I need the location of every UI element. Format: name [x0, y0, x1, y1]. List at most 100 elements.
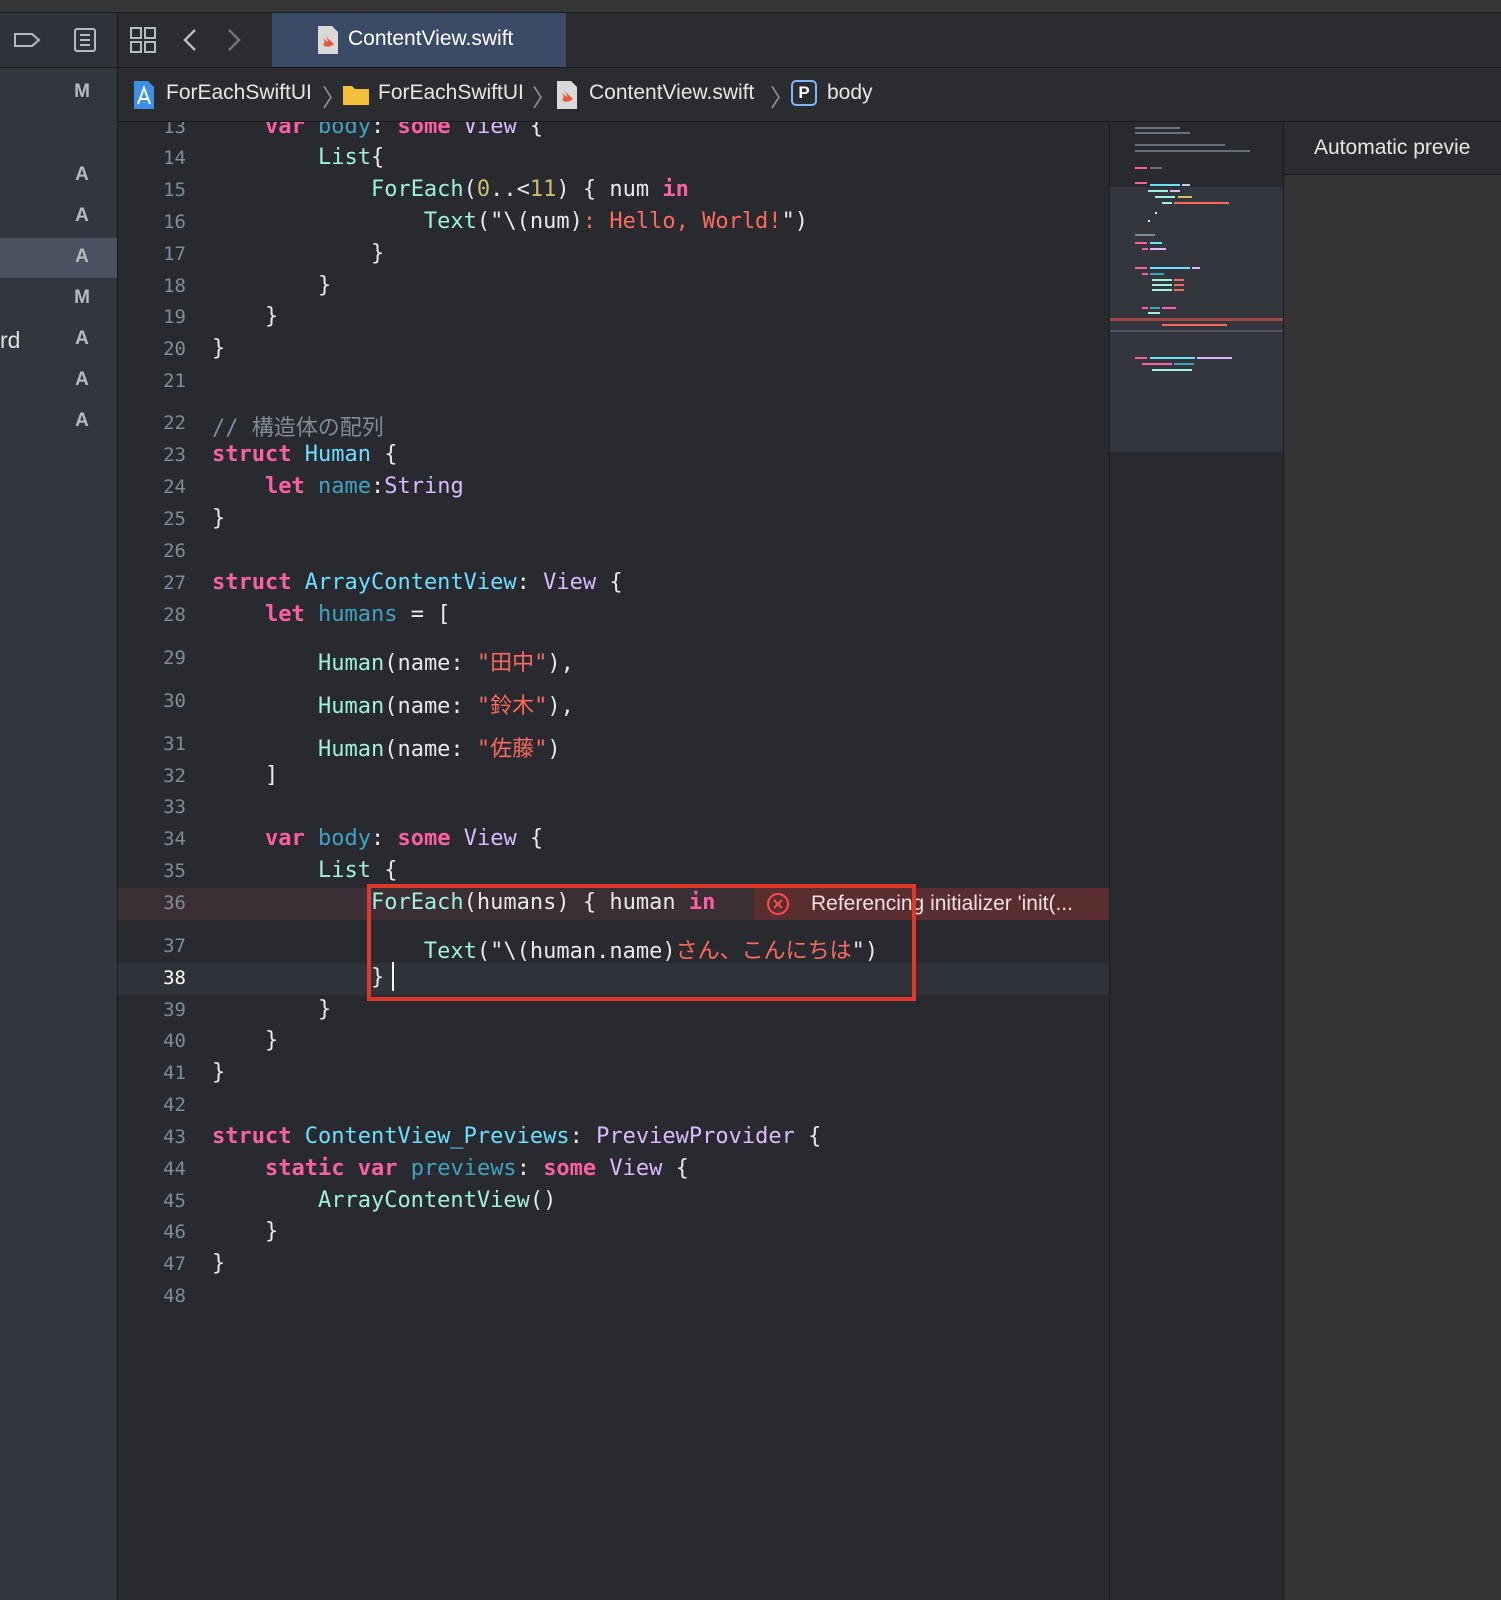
- tab-contentview-swift[interactable]: ContentView.swift: [272, 13, 566, 67]
- code-line[interactable]: 23 struct Human {: [118, 440, 1109, 472]
- code-token: in: [662, 177, 689, 202]
- code-line[interactable]: 33: [118, 792, 1109, 824]
- code-text: List {: [212, 858, 397, 883]
- code-line[interactable]: 24 let name:String: [118, 472, 1109, 504]
- back-chevron-icon[interactable]: [176, 25, 206, 55]
- code-token: Human: [317, 694, 385, 719]
- code-text: struct ArrayContentView: View {: [212, 570, 623, 595]
- line-number: 21: [163, 370, 186, 392]
- code-line[interactable]: 34 var body: some View {: [118, 824, 1109, 856]
- code-token: Human: [317, 651, 385, 676]
- forward-chevron-icon[interactable]: [218, 25, 248, 55]
- property-symbol-icon: P: [791, 80, 817, 106]
- code-line[interactable]: 30 Human(name: "鈴木"),: [118, 686, 1109, 719]
- code-text: var body: some View {: [212, 826, 543, 851]
- line-number: 48: [163, 1285, 186, 1307]
- code-line[interactable]: 17 }: [118, 239, 1109, 271]
- code-text: Human(name: "田中"),: [212, 645, 574, 677]
- code-token: var: [357, 1156, 398, 1181]
- code-line[interactable]: 20}: [118, 334, 1109, 366]
- code-token: }: [212, 965, 385, 990]
- tag-icon[interactable]: [12, 25, 42, 55]
- related-items-grid-icon[interactable]: [128, 25, 158, 55]
- preview-canvas[interactable]: Automatic previe: [1283, 122, 1501, 1600]
- code-text: }: [212, 304, 278, 329]
- code-token: Text: [423, 209, 477, 234]
- code-line[interactable]: 27 struct ArrayContentView: View {: [118, 568, 1109, 600]
- code-text: Human(name: "佐藤"): [212, 731, 561, 763]
- minimap[interactable]: [1109, 122, 1283, 1600]
- code-token: {: [516, 826, 544, 851]
- code-line[interactable]: 25}: [118, 504, 1109, 536]
- swift-file-icon: [318, 26, 338, 54]
- line-number: 14: [163, 147, 186, 169]
- canvas-header: Automatic previe: [1284, 122, 1501, 175]
- highlight-annotation-box: [367, 884, 916, 1001]
- navigator-file-row[interactable]: rd A: [0, 320, 117, 360]
- code-line[interactable]: 48: [118, 1281, 1109, 1313]
- code-line[interactable]: 46 }: [118, 1217, 1109, 1249]
- code-token: (name:: [384, 694, 477, 719]
- breadcrumb-file[interactable]: ContentView.swift: [589, 81, 754, 105]
- line-number: 35: [163, 860, 186, 882]
- code-line[interactable]: 42: [118, 1090, 1109, 1122]
- code-line[interactable]: 15 ForEach(0..<11) { num in: [118, 175, 1109, 207]
- line-number: 19: [163, 306, 186, 328]
- line-number: 25: [163, 508, 186, 530]
- breadcrumb-group[interactable]: ForEachSwiftUI: [378, 81, 524, 105]
- code-line[interactable]: 16 Text("\(num): Hello, World!"): [118, 207, 1109, 239]
- breadcrumb-symbol[interactable]: body: [827, 81, 873, 105]
- code-token: ) { num: [556, 177, 663, 202]
- code-line[interactable]: 21: [118, 366, 1109, 398]
- code-token: ]: [212, 763, 279, 788]
- code-token: }: [212, 336, 226, 361]
- code-token: var: [264, 122, 305, 139]
- code-line[interactable]: 14 List{: [118, 143, 1109, 175]
- code-text: }: [212, 241, 384, 266]
- code-line[interactable]: 41}: [118, 1058, 1109, 1090]
- code-line[interactable]: 28 let humans = [: [118, 600, 1109, 632]
- breadcrumb-project[interactable]: ForEachSwiftUI: [166, 81, 312, 105]
- breadcrumb-separator: 〉: [532, 85, 556, 112]
- code-line[interactable]: 47}: [118, 1249, 1109, 1281]
- navigator-file-row[interactable]: A: [0, 238, 117, 278]
- navigator-file-row[interactable]: A: [0, 156, 117, 196]
- line-number: 16: [163, 211, 186, 233]
- navigator-file-row[interactable]: A: [0, 361, 117, 401]
- code-line[interactable]: 13 var body: some View {: [118, 122, 1109, 144]
- code-token: previews: [410, 1156, 517, 1181]
- navigator-file-row[interactable]: A: [0, 402, 117, 442]
- list-icon[interactable]: [70, 25, 100, 55]
- code-line[interactable]: 45 ArrayContentView(): [118, 1186, 1109, 1218]
- code-line[interactable]: 40 }: [118, 1026, 1109, 1058]
- code-text: }: [212, 965, 384, 990]
- code-line[interactable]: 44 static var previews: some View {: [118, 1154, 1109, 1186]
- line-number: 34: [163, 828, 186, 850]
- code-line[interactable]: 22 // 構造体の配列: [118, 408, 1109, 441]
- code-token: humans: [317, 602, 398, 627]
- code-line[interactable]: 26: [118, 536, 1109, 568]
- navigator-file-row[interactable]: M: [0, 73, 117, 113]
- code-line[interactable]: 43 struct ContentView_Previews: PreviewPr…: [118, 1122, 1109, 1154]
- line-number: 30: [163, 690, 186, 712]
- code-token: {: [662, 1156, 689, 1181]
- code-text: struct ContentView_Previews: PreviewProv…: [212, 1124, 821, 1149]
- line-number: 22: [163, 412, 186, 434]
- code-token: (name:: [384, 651, 477, 676]
- code-line[interactable]: 18 }: [118, 271, 1109, 303]
- code-token: {: [370, 858, 398, 883]
- code-line[interactable]: 32 ]: [118, 761, 1109, 793]
- code-line[interactable]: 19 }: [118, 302, 1109, 334]
- navigator-file-row[interactable]: A: [0, 197, 117, 237]
- code-line[interactable]: 29 Human(name: "田中"),: [118, 643, 1109, 677]
- line-number: 45: [163, 1190, 186, 1212]
- code-line[interactable]: 31 Human(name: "佐藤"): [118, 729, 1109, 763]
- navigator-file-row[interactable]: M: [0, 279, 117, 319]
- code-editor[interactable]: 13 var body: some View {14 List{15 ForEa…: [118, 122, 1109, 1600]
- code-text: }: [212, 1219, 278, 1244]
- code-token: }: [212, 506, 226, 531]
